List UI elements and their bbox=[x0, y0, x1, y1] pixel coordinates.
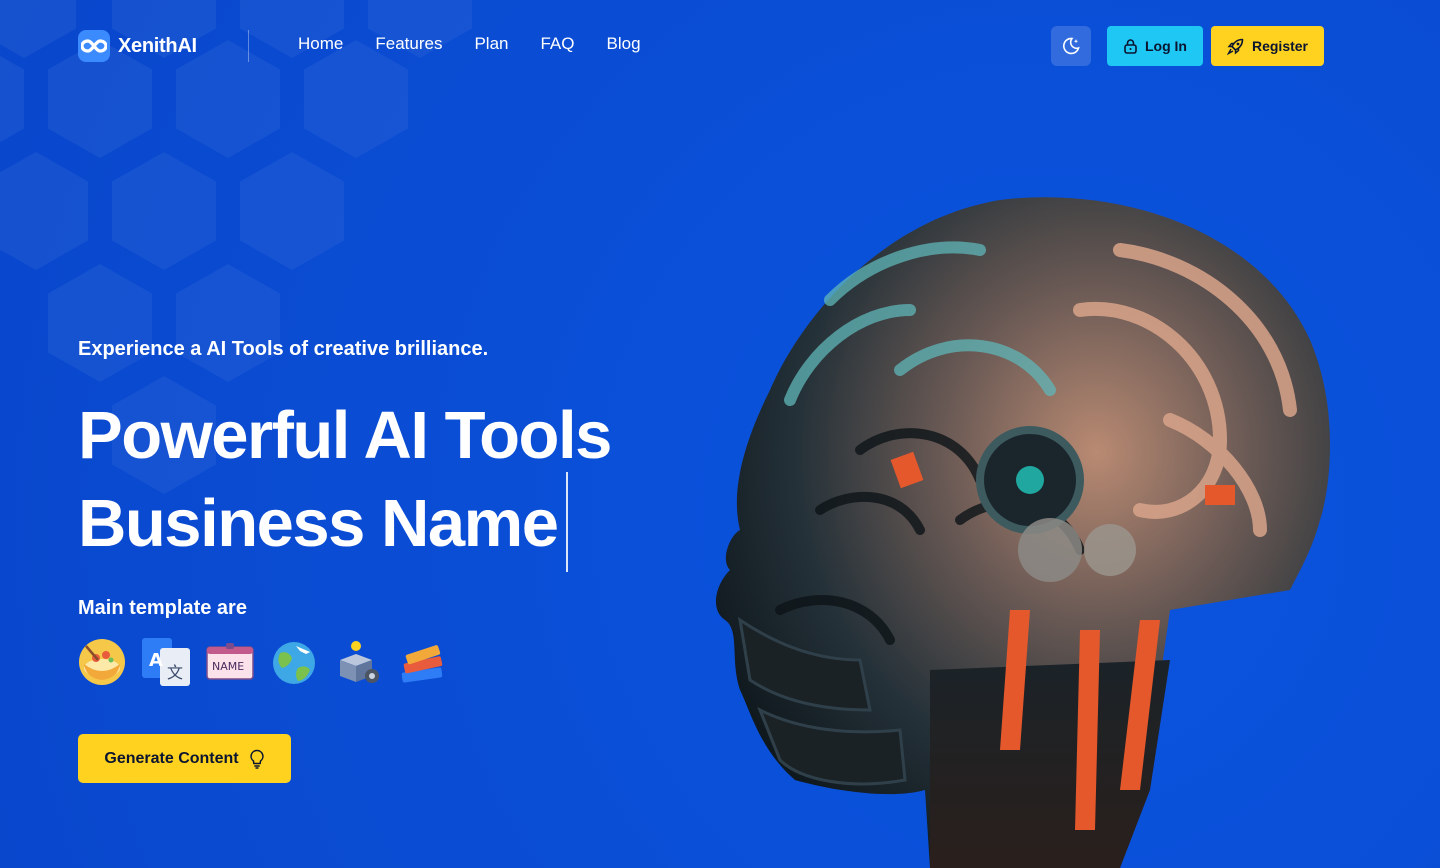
brand-logo[interactable]: XenithAI bbox=[78, 30, 197, 62]
lightbulb-icon bbox=[249, 749, 264, 769]
hero-title-line1: Powerful AI Tools bbox=[78, 398, 612, 473]
typing-caret bbox=[566, 472, 568, 572]
nav-features[interactable]: Features bbox=[375, 34, 442, 54]
translate-icon[interactable]: A 文 bbox=[142, 638, 190, 686]
nav-blog[interactable]: Blog bbox=[607, 34, 641, 54]
name-tag-icon[interactable]: NAME bbox=[206, 638, 254, 686]
nav-faq[interactable]: FAQ bbox=[540, 34, 574, 54]
hero-eyebrow: Experience a AI Tools of creative brilli… bbox=[78, 338, 489, 360]
landing-page: XenithAI Home Features Plan FAQ Blog Log… bbox=[0, 0, 1440, 868]
template-icons: A 文 NAME bbox=[78, 638, 446, 686]
nav-plan[interactable]: Plan bbox=[474, 34, 508, 54]
site-header: XenithAI Home Features Plan FAQ Blog Log… bbox=[0, 0, 1440, 92]
svg-text:文: 文 bbox=[167, 663, 183, 682]
theme-toggle-button[interactable] bbox=[1051, 26, 1091, 66]
hero-title-line2: Business Name bbox=[78, 486, 559, 561]
register-label: Register bbox=[1251, 38, 1309, 54]
templates-label: Main template are bbox=[78, 597, 247, 619]
header-divider bbox=[248, 30, 249, 62]
idea-box-icon[interactable] bbox=[334, 638, 382, 686]
register-button[interactable]: Register bbox=[1211, 26, 1324, 66]
books-icon[interactable] bbox=[398, 638, 446, 686]
infinity-icon bbox=[78, 30, 110, 62]
nav-home[interactable]: Home bbox=[298, 34, 343, 54]
hero-title: Powerful AI Tools Business Name bbox=[78, 392, 612, 568]
brand-name: XenithAI bbox=[118, 34, 197, 57]
login-button[interactable]: Log In bbox=[1107, 26, 1203, 66]
main-nav: Home Features Plan FAQ Blog bbox=[298, 34, 641, 54]
lock-icon bbox=[1124, 39, 1137, 54]
generate-content-button[interactable]: Generate Content bbox=[78, 734, 291, 783]
moon-sparkle-icon bbox=[1063, 37, 1080, 55]
globe-travel-icon[interactable] bbox=[270, 638, 318, 686]
rocket-icon bbox=[1226, 38, 1244, 55]
login-label: Log In bbox=[1145, 38, 1187, 54]
svg-text:NAME: NAME bbox=[212, 660, 244, 673]
food-bowl-icon[interactable] bbox=[78, 638, 126, 686]
ai-head-illustration bbox=[715, 197, 1330, 868]
svg-text:A: A bbox=[149, 650, 163, 671]
cta-label: Generate Content bbox=[104, 749, 239, 767]
